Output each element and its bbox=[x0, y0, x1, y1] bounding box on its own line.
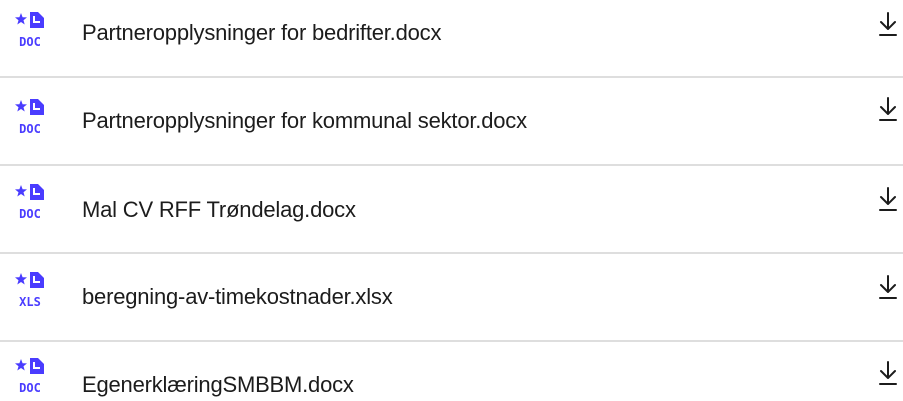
file-row-beregning[interactable]: XLS beregning-av-timekostnader.xlsx bbox=[0, 265, 903, 331]
download-icon[interactable] bbox=[877, 360, 899, 386]
file-name[interactable]: EgenerklæringSMBBM.docx bbox=[82, 371, 354, 399]
download-icon[interactable] bbox=[877, 274, 899, 300]
xls-file-icon: XLS bbox=[15, 272, 44, 309]
doc-file-icon: DOC bbox=[15, 184, 44, 221]
file-type-badge: DOC bbox=[19, 122, 41, 136]
row-divider bbox=[0, 164, 903, 166]
doc-file-icon: DOC bbox=[15, 12, 44, 49]
file-type-badge: DOC bbox=[19, 381, 41, 395]
download-icon[interactable] bbox=[877, 186, 899, 212]
file-type-badge: XLS bbox=[19, 295, 41, 309]
file-download-list: DOC Partneropplysninger for bedrifter.do… bbox=[0, 0, 903, 401]
download-icon[interactable] bbox=[877, 96, 899, 122]
doc-file-icon: DOC bbox=[15, 99, 44, 136]
row-divider bbox=[0, 252, 903, 254]
file-name[interactable]: Partneropplysninger for kommunal sektor.… bbox=[82, 107, 527, 135]
file-type-badge: DOC bbox=[19, 207, 41, 221]
row-divider bbox=[0, 340, 903, 342]
file-row-partneropplysninger-bedrifter[interactable]: DOC Partneropplysninger for bedrifter.do… bbox=[0, 0, 903, 66]
file-row-partneropplysninger-kommunal[interactable]: DOC Partneropplysninger for kommunal sek… bbox=[0, 88, 903, 154]
file-name[interactable]: Partneropplysninger for bedrifter.docx bbox=[82, 19, 441, 47]
download-icon[interactable] bbox=[877, 11, 899, 37]
row-divider bbox=[0, 76, 903, 78]
file-type-badge: DOC bbox=[19, 35, 41, 49]
file-row-egenerklaering[interactable]: DOC EgenerklæringSMBBM.docx bbox=[0, 352, 903, 401]
file-row-mal-cv[interactable]: DOC Mal CV RFF Trøndelag.docx bbox=[0, 177, 903, 243]
file-name[interactable]: Mal CV RFF Trøndelag.docx bbox=[82, 196, 356, 224]
doc-file-icon: DOC bbox=[15, 358, 44, 395]
file-name[interactable]: beregning-av-timekostnader.xlsx bbox=[82, 283, 393, 311]
